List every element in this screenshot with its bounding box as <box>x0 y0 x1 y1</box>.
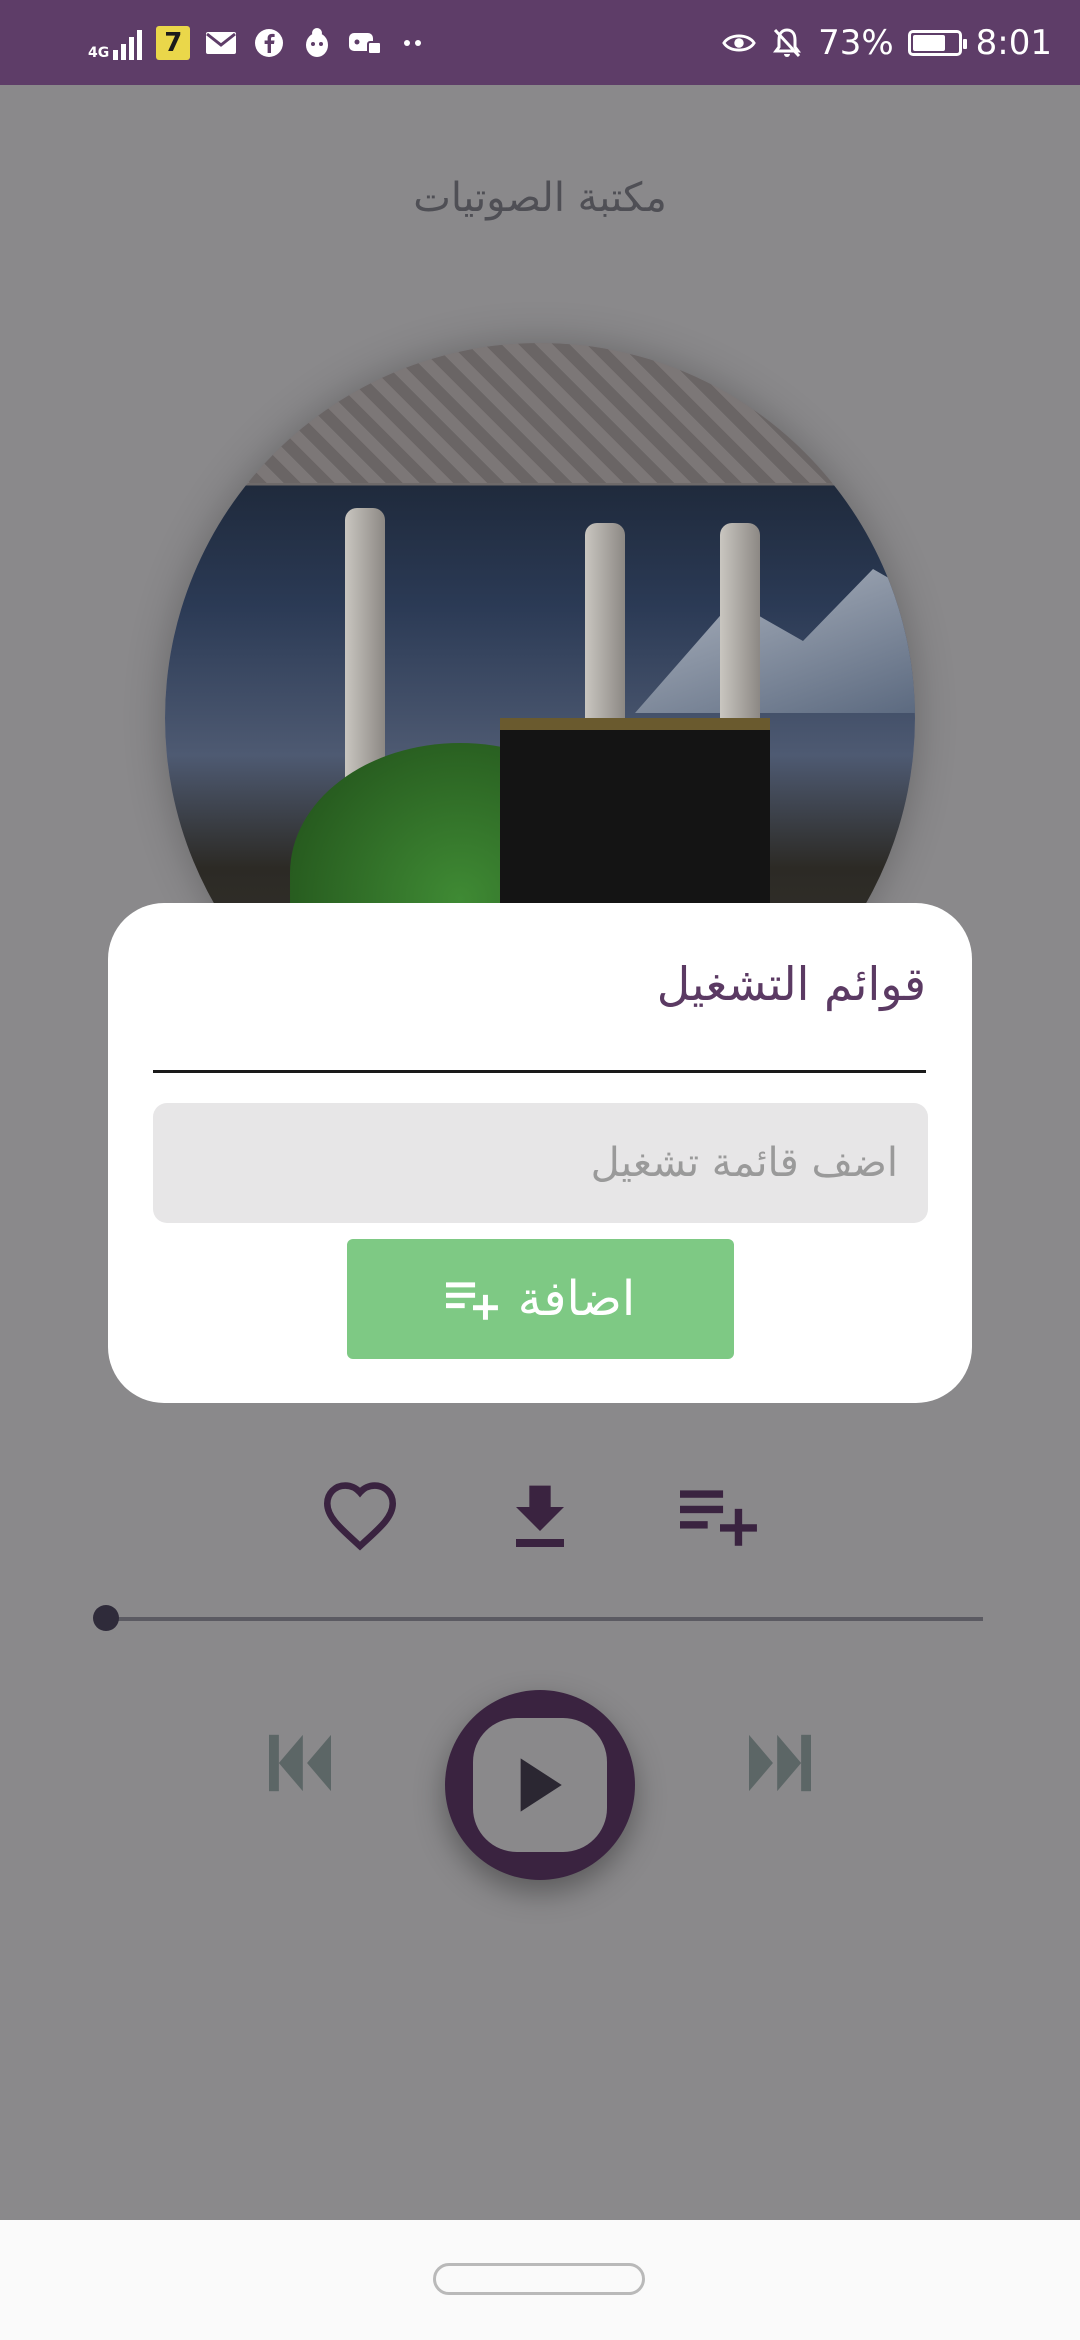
playlist-name-input[interactable] <box>153 1103 928 1223</box>
app-badge-icon: 7 <box>156 26 191 60</box>
heart-icon <box>323 1482 397 1551</box>
bell-off-icon <box>770 26 804 60</box>
add-playlist-label: اضافة <box>517 1271 636 1327</box>
clock: 8:01 <box>975 23 1052 63</box>
gamepad-icon <box>348 26 383 60</box>
play-icon <box>520 1758 562 1812</box>
navigation-bar <box>0 2220 1080 2340</box>
network-label: 4G <box>88 45 110 61</box>
download-icon <box>516 1485 564 1547</box>
play-button[interactable] <box>445 1690 635 1880</box>
play-button-face <box>473 1718 607 1852</box>
signal-icon: 4G <box>88 26 143 61</box>
playlist-dialog: قوائم التشغيل اضافة <box>108 903 972 1403</box>
dialog-title: قوائم التشغيل <box>656 957 926 1011</box>
status-bar: 4G 7 73% 8:01 <box>0 0 1080 85</box>
status-right: 73% 8:01 <box>722 18 1052 68</box>
status-left: 4G 7 <box>88 18 430 68</box>
skip-previous-icon <box>269 1734 331 1792</box>
track-actions <box>0 1470 1080 1560</box>
more-dots-icon <box>396 26 430 60</box>
battery-icon <box>907 30 967 56</box>
add-to-playlist-button[interactable] <box>675 1470 765 1560</box>
facebook-icon <box>252 26 286 60</box>
mail-icon <box>204 26 238 60</box>
download-button[interactable] <box>495 1470 585 1560</box>
playlist-add-icon <box>445 1282 498 1320</box>
page-title: مكتبة الصوتيات <box>413 175 667 221</box>
dialog-divider <box>153 1070 926 1073</box>
home-gesture-pill[interactable] <box>433 2263 645 2295</box>
seek-thumb[interactable] <box>93 1605 119 1631</box>
playlist-add-icon <box>680 1490 757 1546</box>
next-button[interactable] <box>735 1718 825 1808</box>
add-playlist-button[interactable]: اضافة <box>347 1239 734 1359</box>
skip-next-icon <box>749 1734 811 1792</box>
app-icon <box>300 26 334 60</box>
previous-button[interactable] <box>255 1718 345 1808</box>
favorite-button[interactable] <box>315 1470 405 1560</box>
battery-level <box>912 35 945 51</box>
seek-bar[interactable] <box>108 1617 983 1621</box>
eye-icon <box>722 26 756 60</box>
battery-percent: 73% <box>818 23 894 63</box>
